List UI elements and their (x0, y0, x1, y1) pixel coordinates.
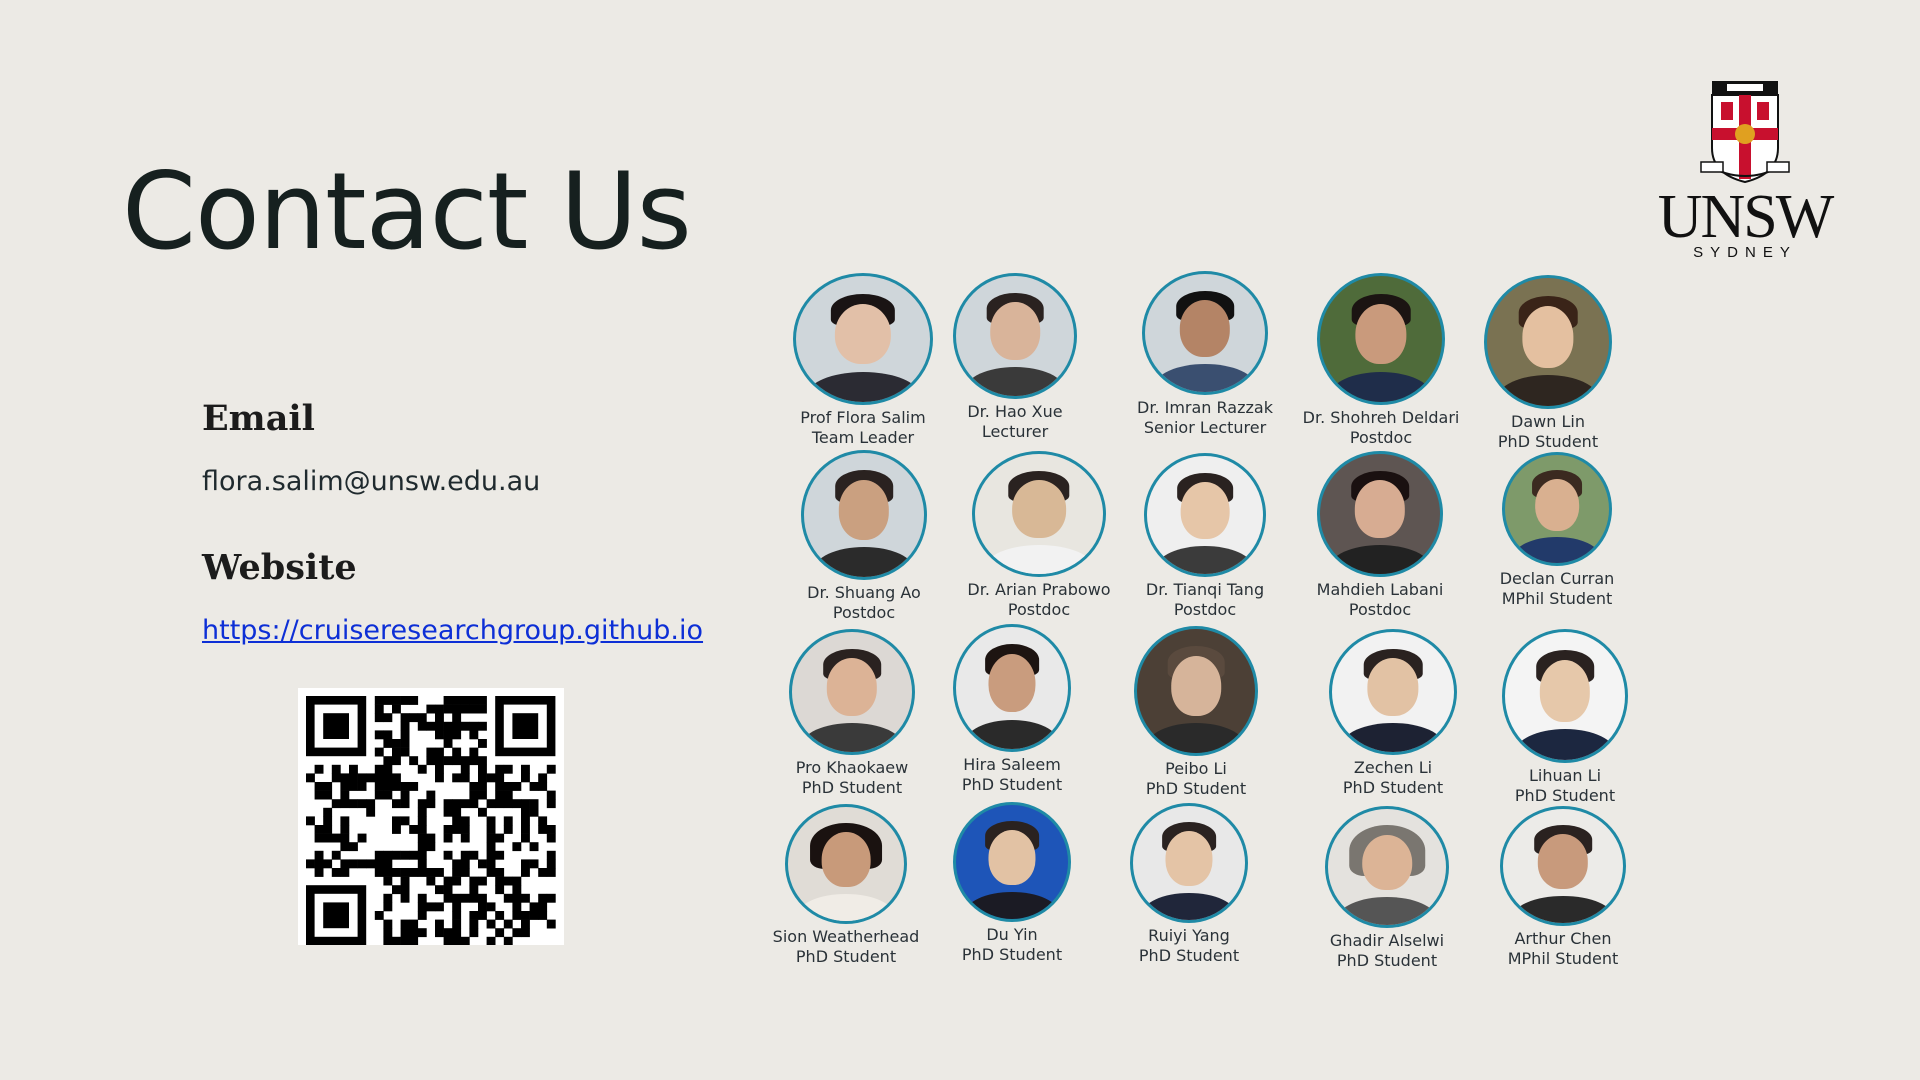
website-link[interactable]: https://cruiseresearchgroup.github.io (202, 615, 703, 646)
qr-code-graphic (306, 696, 556, 945)
member-name: Sion Weatherhead (772, 927, 920, 946)
member-role: Postdoc (1348, 600, 1412, 619)
team-member: Declan Curran MPhil Student (1462, 452, 1652, 609)
team-member: Dr. Tianqi Tang Postdoc (1110, 453, 1300, 620)
unsw-crest-icon (1700, 81, 1790, 184)
member-name: Ruiyi Yang (1148, 926, 1230, 945)
avatar (972, 451, 1106, 577)
unsw-logo: UNSW SYDNEY (1655, 78, 1835, 263)
member-name: Du Yin (986, 925, 1038, 944)
team-member: Dr. Imran Razzak Senior Lecturer (1110, 271, 1300, 438)
team-member: Dr. Arian Prabowo Postdoc (944, 451, 1134, 620)
member-role: PhD Student (1342, 778, 1444, 797)
member-name: Dr. Hao Xue (967, 402, 1063, 421)
member-name: Dr. Tianqi Tang (1145, 580, 1265, 599)
avatar (785, 804, 907, 924)
member-role: PhD Student (1514, 786, 1616, 805)
member-role: MPhil Student (1507, 949, 1619, 968)
member-name: Arthur Chen (1514, 929, 1612, 948)
member-name: Hira Saleem (963, 755, 1061, 774)
team-member: Hira Saleem PhD Student (917, 624, 1107, 795)
member-name: Dr. Shohreh Deldari (1302, 408, 1460, 427)
avatar (1317, 451, 1443, 577)
avatar (1134, 626, 1258, 756)
team-member: Arthur Chen MPhil Student (1468, 806, 1658, 969)
team-member: Ruiyi Yang PhD Student (1094, 803, 1284, 966)
member-name: Ghadir Alselwi (1329, 931, 1445, 950)
member-name: Dawn Lin (1511, 412, 1585, 431)
email-address[interactable]: flora.salim@unsw.edu.au (202, 466, 540, 497)
member-role: Postdoc (832, 603, 896, 622)
member-role: MPhil Student (1501, 589, 1613, 608)
avatar (789, 629, 915, 755)
page-title: Contact Us (122, 150, 692, 273)
team-member: Dr. Shohreh Deldari Postdoc (1286, 273, 1476, 448)
member-role: PhD Student (1497, 432, 1599, 451)
member-role: PhD Student (795, 947, 897, 966)
avatar (1484, 275, 1612, 409)
avatar (1329, 629, 1457, 755)
logo-subtitle: SYDNEY (1693, 244, 1797, 261)
qr-code (298, 688, 564, 945)
team-member: Ghadir Alselwi PhD Student (1292, 806, 1482, 971)
team-member: Peibo Li PhD Student (1101, 626, 1291, 799)
avatar (1502, 452, 1612, 566)
member-name: Peibo Li (1165, 759, 1227, 778)
team-member: Mahdieh Labani Postdoc (1285, 451, 1475, 620)
avatar (953, 802, 1071, 922)
team-member: Dr. Shuang Ao Postdoc (769, 450, 959, 623)
website-heading: Website (202, 547, 357, 588)
member-role: Senior Lecturer (1143, 418, 1267, 437)
member-role: PhD Student (961, 775, 1063, 794)
logo-wordmark: UNSW (1657, 183, 1835, 251)
avatar (1142, 271, 1268, 395)
avatar (1502, 629, 1628, 763)
member-name: Mahdieh Labani (1316, 580, 1444, 599)
avatar (793, 273, 933, 405)
team-member: Du Yin PhD Student (917, 802, 1107, 965)
avatar (953, 624, 1071, 752)
avatar (1144, 453, 1266, 577)
member-name: Lihuan Li (1528, 766, 1602, 785)
avatar (1500, 806, 1626, 926)
member-name: Dr. Imran Razzak (1137, 398, 1273, 417)
avatar (1130, 803, 1248, 923)
avatar (1325, 806, 1449, 928)
member-role: PhD Student (961, 945, 1063, 964)
team-member: Dawn Lin PhD Student (1453, 275, 1643, 452)
member-role: Postdoc (1007, 600, 1071, 619)
member-role: Postdoc (1349, 428, 1413, 447)
team-member: Sion Weatherhead PhD Student (751, 804, 941, 967)
member-name: Declan Curran (1499, 569, 1615, 588)
member-role: PhD Student (1145, 779, 1247, 798)
member-name: Zechen Li (1353, 758, 1433, 777)
email-heading: Email (202, 398, 315, 439)
member-name: Dr. Arian Prabowo (967, 580, 1111, 599)
member-name: Dr. Shuang Ao (807, 583, 921, 602)
team-member: Zechen Li PhD Student (1298, 629, 1488, 798)
team-member: Lihuan Li PhD Student (1470, 629, 1660, 806)
avatar (953, 273, 1077, 399)
team-member: Dr. Hao Xue Lecturer (920, 273, 1110, 442)
member-role: PhD Student (1138, 946, 1240, 965)
avatar (1317, 273, 1445, 405)
member-role: PhD Student (1336, 951, 1438, 970)
member-role: Postdoc (1173, 600, 1237, 619)
member-role: Lecturer (981, 422, 1049, 441)
avatar (801, 450, 927, 580)
